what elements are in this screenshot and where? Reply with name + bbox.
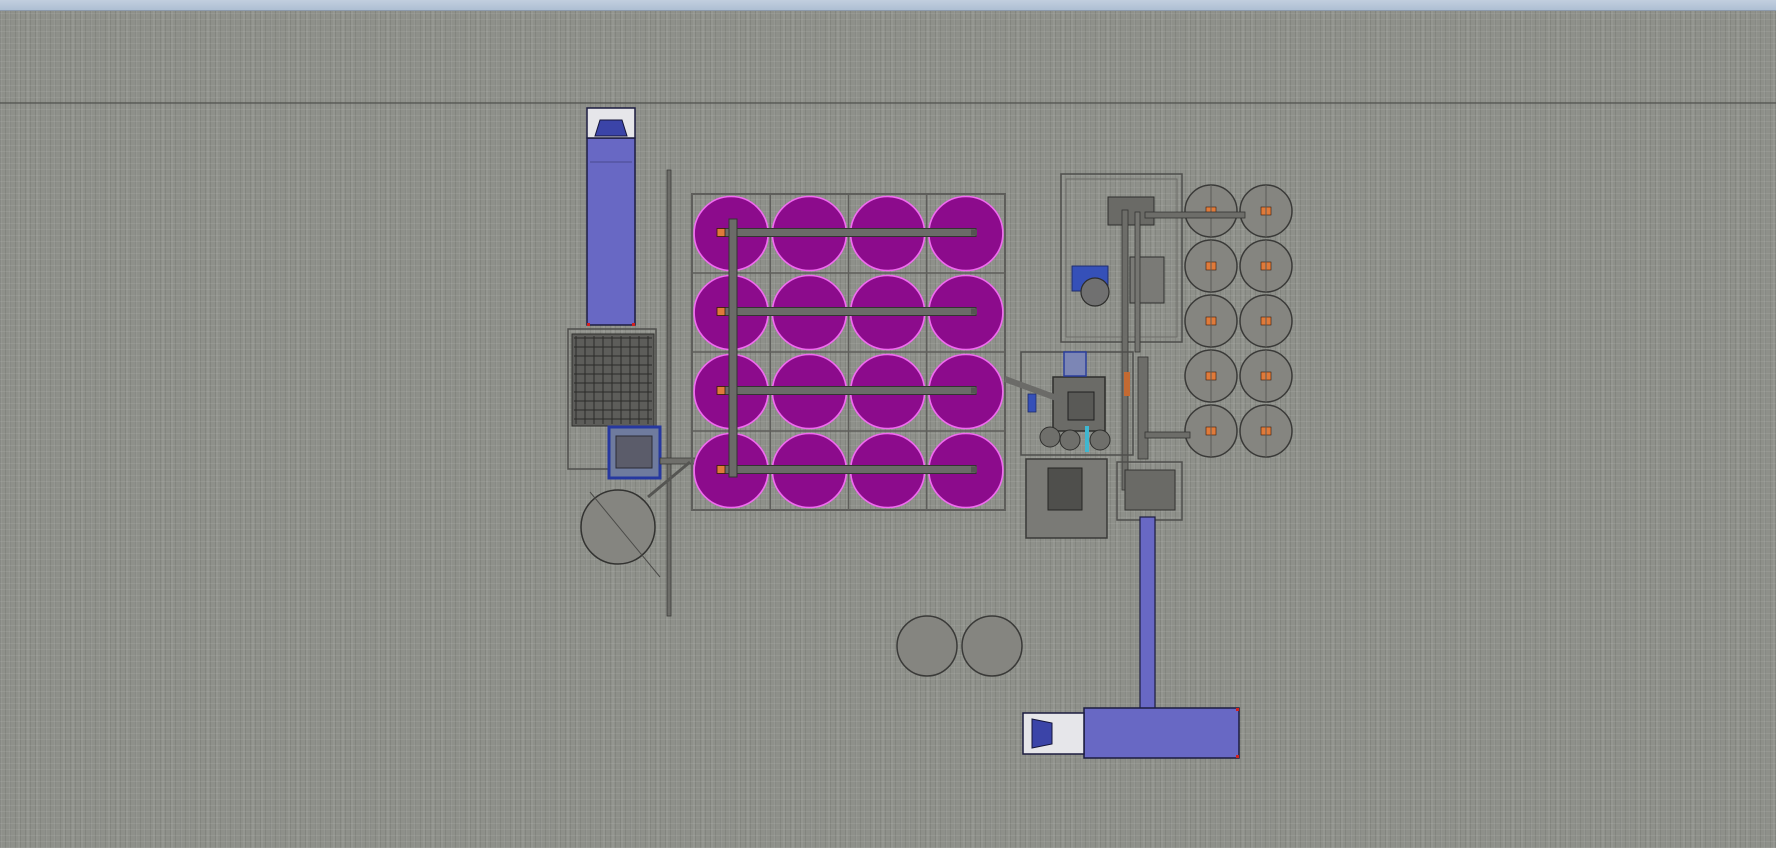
pipe-inlet-valve: [716, 307, 726, 316]
tank-header-pipes: [716, 228, 977, 474]
pipe-inlet-valve: [716, 465, 726, 474]
truck-windshield: [594, 119, 628, 137]
truck-trailer: [1083, 707, 1240, 759]
window-titlebar: [0, 0, 1776, 11]
pipe-inlet-valve: [716, 386, 726, 395]
tank-header-pipe: [718, 228, 977, 237]
pipe-inlet-valve: [716, 228, 726, 237]
pipe-end-cap: [971, 308, 977, 315]
bottom-truck[interactable]: [1022, 707, 1240, 759]
truck-corner-marker: [1236, 708, 1239, 711]
intake-round-bin[interactable]: [580, 489, 656, 565]
plinth-equipment: [1047, 467, 1083, 511]
feeder-inner: [615, 435, 653, 469]
magenta-tank-array[interactable]: [691, 193, 1006, 511]
pipe-end-cap: [971, 387, 977, 394]
orange-pump-marker: [1124, 372, 1130, 396]
grey-storage-tank: [896, 615, 958, 677]
pipe-end-cap: [971, 229, 977, 236]
small-tank-array[interactable]: [1144, 184, 1293, 458]
tank-header-pipe: [718, 386, 977, 395]
cad-3d-viewport[interactable]: [0, 11, 1776, 848]
truck-corner-marker: [1236, 755, 1239, 758]
tank-manifold-vertical: [728, 218, 738, 478]
pump-motor: [1080, 277, 1110, 307]
tank-header-pipe: [718, 307, 977, 316]
plant-layout-drawing: [0, 102, 1776, 759]
top-left-truck[interactable]: [586, 107, 636, 326]
small-vessel: [1039, 426, 1061, 448]
cyan-sensor: [1085, 426, 1089, 452]
pipe-end-cap: [971, 466, 977, 473]
tank-header-pipe: [718, 465, 977, 474]
process-pipe-vertical: [1121, 209, 1129, 491]
small-tanks: [1184, 184, 1293, 458]
mixer-core[interactable]: [1067, 391, 1095, 421]
outfeed-conveyor[interactable]: [1139, 516, 1156, 718]
small-tank-bus-pipe: [1144, 211, 1246, 219]
bottom-grey-tanks[interactable]: [896, 615, 1023, 677]
small-vessel: [1059, 429, 1081, 451]
process-building[interactable]: [1003, 173, 1183, 539]
vertical-conveyor-rail: [666, 169, 672, 617]
truck-corner-marker: [587, 323, 590, 326]
truck-corner-marker: [632, 323, 635, 326]
blue-dosing-unit[interactable]: [1063, 351, 1087, 377]
truck-trailer: [586, 137, 636, 326]
process-pipe-vertical-2: [1134, 211, 1141, 353]
right-service-inner: [1124, 469, 1176, 511]
small-tank-bus-pipe-lower: [1144, 431, 1191, 439]
small-vessel: [1089, 429, 1111, 451]
grey-storage-tank: [961, 615, 1023, 677]
outfeed-belt: [1139, 516, 1156, 718]
intake-grate: [571, 333, 655, 427]
riser-pipe: [1137, 356, 1149, 460]
control-cabinet: [1107, 196, 1155, 226]
blue-valve-left: [1027, 393, 1037, 413]
truck-windshield: [1031, 718, 1053, 749]
